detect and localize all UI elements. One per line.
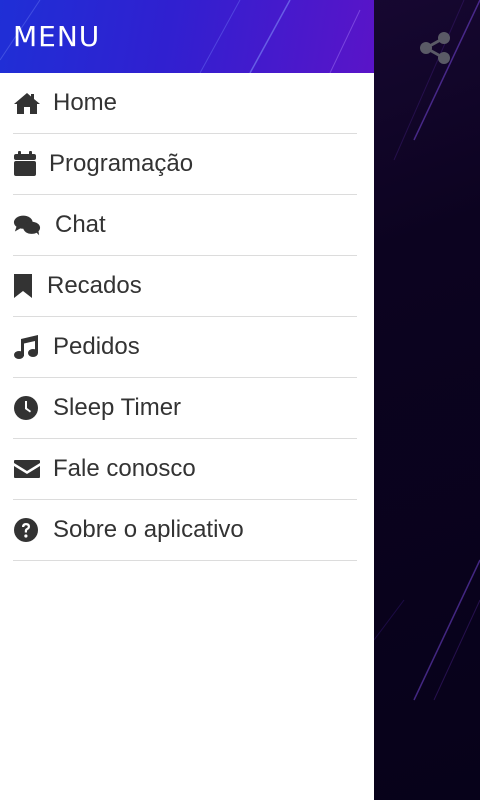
clock-icon — [13, 394, 41, 422]
menu-item-label: Sleep Timer — [53, 394, 182, 421]
bookmark-icon — [13, 272, 41, 300]
question-circle-icon — [13, 516, 41, 544]
background-image — [374, 0, 480, 800]
menu-item-label: Recados — [47, 272, 142, 299]
menu-item-pedidos[interactable]: Pedidos — [13, 317, 357, 378]
share-icon — [420, 32, 450, 64]
menu-item-home[interactable]: Home — [13, 73, 357, 134]
menu-item-programacao[interactable]: Programação — [13, 134, 357, 195]
navigation-drawer: MENU Home Programação Chat Recados Pedid… — [0, 0, 374, 800]
menu-item-sobre[interactable]: Sobre o aplicativo — [13, 500, 357, 561]
drawer-header: MENU — [0, 0, 374, 73]
menu-item-sleep-timer[interactable]: Sleep Timer — [13, 378, 357, 439]
chat-icon — [13, 211, 41, 239]
envelope-icon — [13, 455, 41, 483]
app-screen: MENU Home Programação Chat Recados Pedid… — [0, 0, 480, 800]
music-note-icon — [13, 333, 41, 361]
menu-item-recados[interactable]: Recados — [13, 256, 357, 317]
drawer-title: MENU — [13, 20, 101, 53]
menu-item-label: Sobre o aplicativo — [53, 516, 244, 543]
menu-item-label: Fale conosco — [53, 455, 196, 482]
menu-item-label: Home — [53, 89, 118, 116]
calendar-icon — [13, 150, 41, 178]
menu-item-label: Programação — [49, 150, 194, 177]
menu-list: Home Programação Chat Recados Pedidos Sl… — [0, 73, 374, 561]
menu-item-chat[interactable]: Chat — [13, 195, 357, 256]
menu-item-label: Chat — [55, 211, 106, 238]
menu-item-label: Pedidos — [53, 333, 140, 360]
share-button[interactable] — [415, 28, 455, 68]
home-icon — [13, 89, 41, 117]
menu-item-fale-conosco[interactable]: Fale conosco — [13, 439, 357, 500]
